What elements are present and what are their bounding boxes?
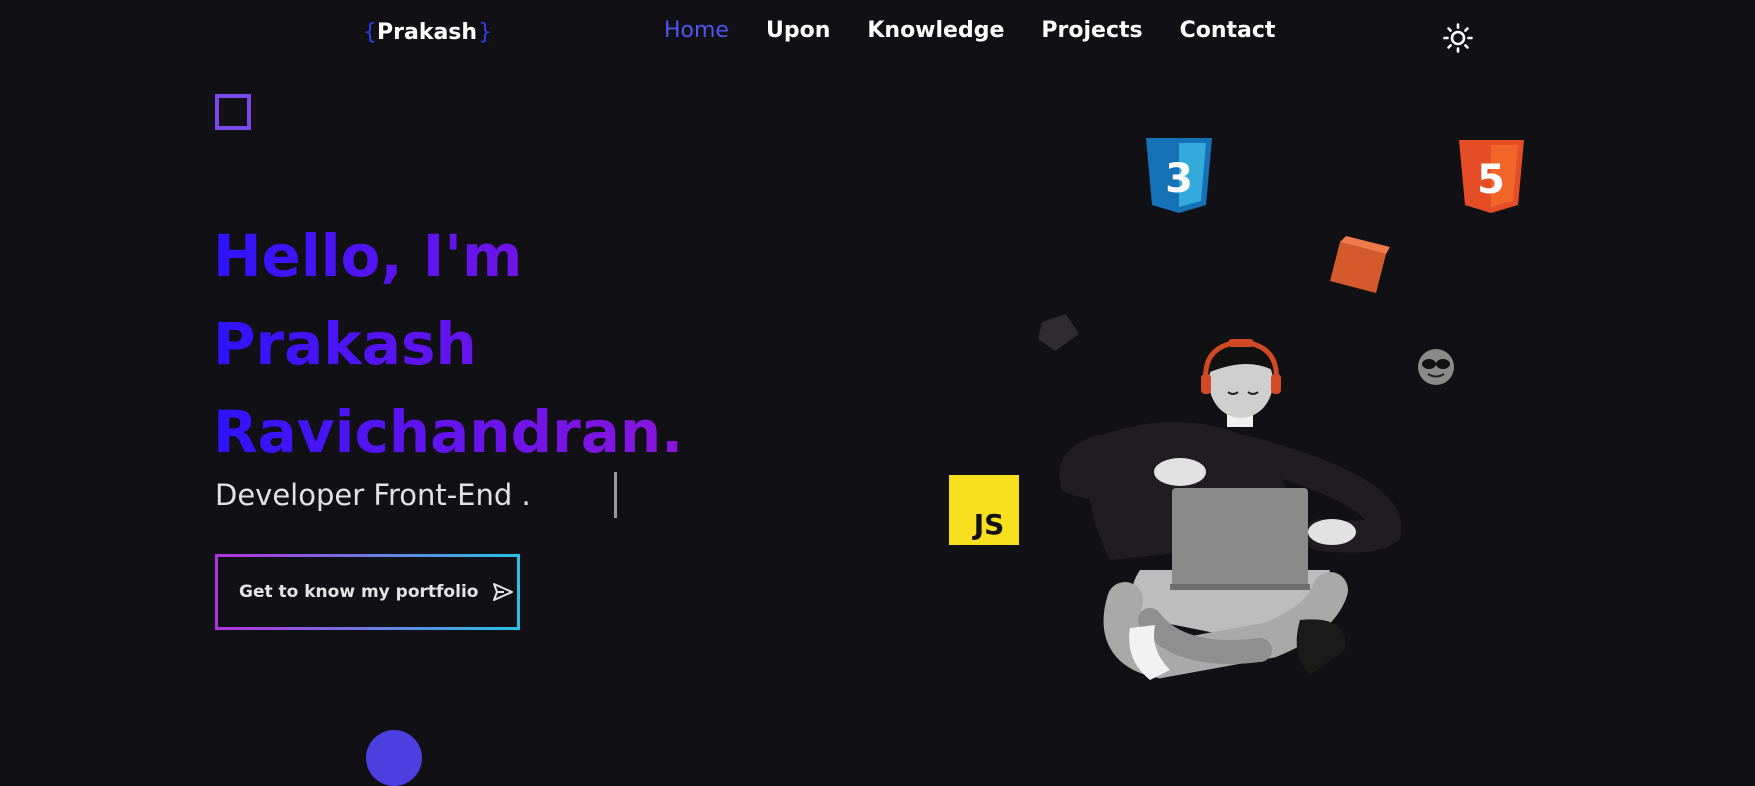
javascript-icon: JS [949, 475, 1019, 545]
theme-toggle-button[interactable] [1443, 23, 1473, 53]
typing-caret [614, 472, 617, 518]
sunglasses-emoji [1418, 349, 1454, 385]
nav-home[interactable]: Home [664, 18, 729, 43]
logo-name: Prakash [377, 20, 478, 45]
nav-knowledge[interactable]: Knowledge [867, 18, 1004, 43]
logo-close-brace: } [478, 20, 493, 45]
portfolio-button[interactable]: Get to know my portfolio [215, 554, 520, 630]
orange-cube-decoration [1330, 236, 1390, 293]
nav-contact[interactable]: Contact [1180, 18, 1276, 43]
greeting-line-3: Ravichandran [213, 398, 662, 466]
greeting-line-2: Prakash [213, 310, 477, 378]
greeting-dot: . [661, 398, 684, 466]
send-icon [493, 583, 514, 601]
nav-projects[interactable]: Projects [1041, 18, 1142, 43]
main-nav: Home Upon Knowledge Projects Contact [664, 18, 1275, 43]
html5-badge-label: 5 [1477, 157, 1505, 203]
html5-icon: 5 [1459, 140, 1524, 213]
css3-badge-label: 3 [1165, 156, 1193, 202]
logo[interactable]: {Prakash} [363, 20, 492, 45]
decorative-circle [366, 730, 422, 786]
developer-character [1059, 337, 1402, 680]
logo-open-brace: { [363, 20, 377, 45]
js-badge-label: JS [972, 508, 1005, 541]
hero-greeting: Hello, I'm Prakash Ravichandran. [213, 212, 683, 476]
portfolio-button-label: Get to know my portfolio [239, 582, 479, 602]
decorative-square [215, 94, 251, 130]
dark-cube-decoration [1038, 314, 1079, 351]
nav-upon[interactable]: Upon [766, 18, 830, 43]
hero-role: Developer Front-End . [215, 478, 531, 512]
greeting-line-1: Hello, I'm [213, 222, 523, 290]
sun-icon [1443, 23, 1473, 53]
css3-icon: 3 [1146, 138, 1212, 213]
